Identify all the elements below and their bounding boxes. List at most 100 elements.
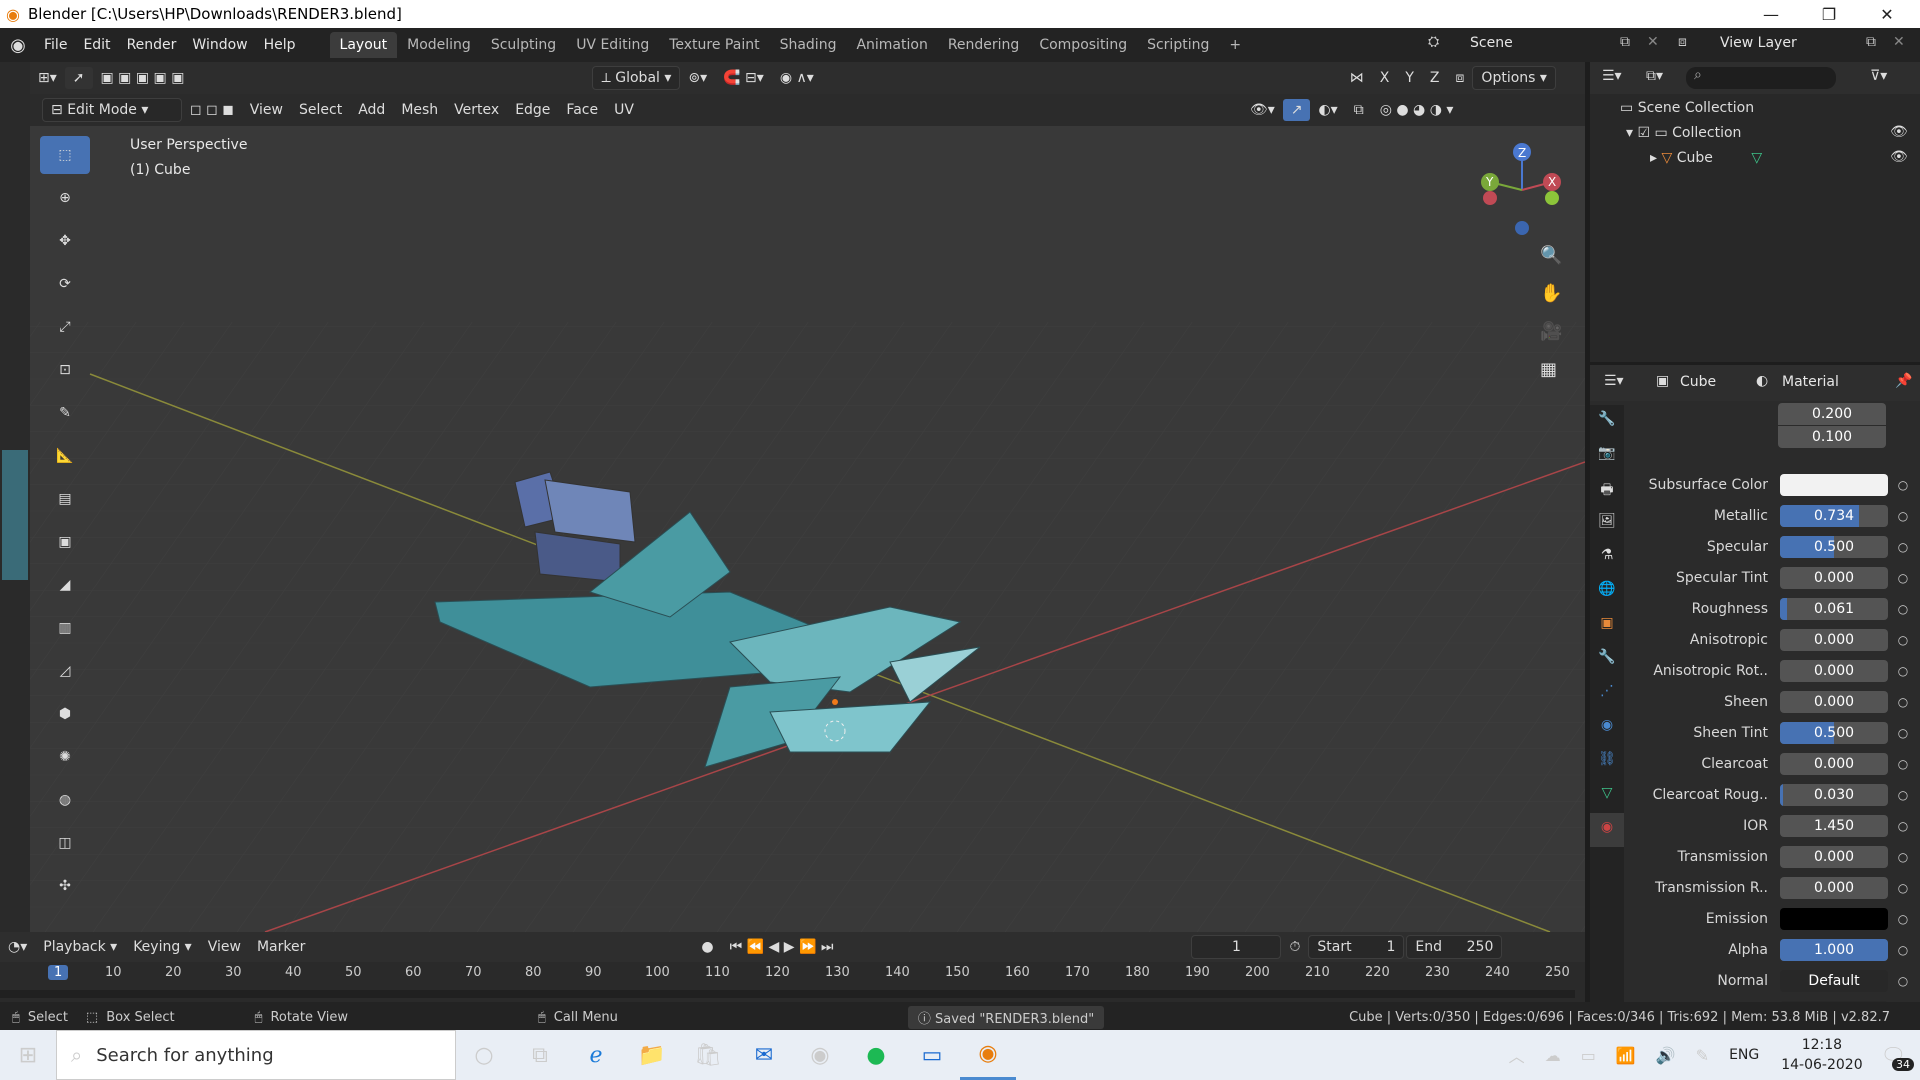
transform-orientation-dropdown[interactable]: ⟂ Global ▾ [592,66,681,90]
editor-type-icon[interactable]: ◔▾ [0,936,35,958]
tab-scripting[interactable]: Scripting [1137,32,1219,58]
menu-window[interactable]: Window [184,37,255,53]
property-value-field[interactable]: 0.061 [1780,598,1888,620]
wifi-icon[interactable]: 📶 [1616,1046,1636,1065]
property-value-field[interactable]: 0.000 [1780,629,1888,651]
options-dropdown[interactable]: Options ▾ [1472,66,1556,90]
menu-face[interactable]: Face [558,99,606,121]
gizmo-toggle-icon[interactable]: ↗ [1282,99,1311,121]
bevel-tool-icon[interactable]: ◢ [40,566,90,604]
property-value-field[interactable]: 0.000 [1780,660,1888,682]
outliner-collection[interactable]: ▾ ☑ ▭ Collection [1626,125,1741,141]
spin-tool-icon[interactable]: ✺ [40,738,90,776]
menu-keying[interactable]: Keying ▾ [125,936,200,958]
cube-visibility-icon[interactable]: 👁 [1890,149,1908,165]
mirror-axis-x[interactable]: X [1372,67,1398,89]
ortho-grid-icon[interactable]: ▦ [1540,359,1574,397]
menu-render[interactable]: Render [119,37,185,53]
object-tab-icon[interactable]: ▣ [1590,609,1624,643]
link-socket-icon[interactable]: ○ [1894,912,1912,926]
link-socket-icon[interactable]: ○ [1894,726,1912,740]
pivot-point-icon[interactable]: ⊚▾ [680,67,715,89]
subsurface-radius-z[interactable]: 0.100 [1778,426,1886,448]
volume-icon[interactable]: 🔊 [1656,1046,1676,1065]
chrome-icon[interactable]: ◉ [792,1030,848,1080]
link-socket-icon[interactable]: ○ [1894,695,1912,709]
timeline-scrollbar[interactable] [0,990,1575,998]
minimize-button[interactable]: — [1742,0,1800,28]
timeline-ruler[interactable]: 1 10 20 30 40 50 60 70 80 90 100 110 120 130 140 150 160… [0,962,1585,986]
inset-tool-icon[interactable]: ▣ [40,523,90,561]
scene-icon[interactable]: ⛭ [1428,34,1439,50]
camera-view-icon[interactable]: 🎥 [1540,321,1574,359]
link-socket-icon[interactable]: ○ [1894,850,1912,864]
link-socket-icon[interactable]: ○ [1894,478,1912,492]
mail-icon[interactable]: ✉ [736,1030,792,1080]
outliner-search-input[interactable]: ⌕ [1686,67,1836,89]
property-value-field[interactable]: 0.000 [1780,567,1888,589]
link-socket-icon[interactable]: ○ [1894,540,1912,554]
select-mode-icons[interactable]: ▣ ▣ ▣ ▣ ▣ [93,67,193,89]
tool-settings-tab[interactable] [2,450,28,580]
new-view-layer-icon[interactable]: ⧉ [1866,34,1876,50]
notifications-icon[interactable]: 🗨 34 [1881,1043,1914,1071]
knife-tool-icon[interactable]: ◿ [40,652,90,690]
link-socket-icon[interactable]: ○ [1894,943,1912,957]
collection-visibility-icon[interactable]: 👁 [1890,124,1908,140]
current-frame-marker[interactable]: 1 [48,965,69,980]
link-socket-icon[interactable]: ○ [1894,788,1912,802]
annotate-tool-icon[interactable]: ✎ [40,394,90,432]
delete-scene-icon[interactable]: ✕ [1647,34,1659,50]
move-tool-icon[interactable]: ✥ [40,222,90,260]
menu-help[interactable]: Help [256,37,304,53]
maximize-button[interactable]: ❐ [1800,0,1858,28]
display-mode-icon[interactable]: ⧉▾ [1646,68,1663,84]
topology-mirror-icon[interactable]: ⧈ [1448,67,1473,89]
start-button[interactable]: ⊞ [0,1030,56,1080]
outliner-cube[interactable]: ▸ ▽ Cube ▽ [1650,150,1762,166]
editor-type-icon[interactable]: ☰▾ [1602,68,1622,84]
whiteboard-icon[interactable]: ▭ [904,1030,960,1080]
battery-icon[interactable]: ▭ [1581,1046,1596,1065]
menu-file[interactable]: File [36,37,75,53]
tab-sculpting[interactable]: Sculpting [481,32,566,58]
poly-build-tool-icon[interactable]: ⬢ [40,695,90,733]
blender-taskbar-icon[interactable]: ◉ [960,1030,1016,1080]
menu-uv[interactable]: UV [606,99,642,121]
task-view-icon[interactable]: ⧉ [512,1030,568,1080]
overlays-icon[interactable]: ◐▾ [1310,99,1345,121]
world-tab-icon[interactable]: 🌐 [1590,575,1624,609]
menu-playback[interactable]: Playback ▾ [35,936,125,958]
tool-tab-icon[interactable]: 🔧 [1590,405,1624,439]
current-frame-field[interactable]: 1 [1191,935,1282,959]
edge-icon[interactable]: ℯ [568,1030,624,1080]
language-indicator[interactable]: ENG [1729,1047,1759,1063]
pin-icon[interactable]: 📌 [1895,373,1912,389]
physics-tab-icon[interactable]: ◉ [1590,711,1624,745]
start-frame-field[interactable]: Start 1 [1308,935,1405,959]
subsurface-radius-y[interactable]: 0.200 [1778,403,1886,425]
property-value-field[interactable]: 0.500 [1780,536,1888,558]
proportional-editing-icon[interactable]: ◉ ∧▾ [772,67,822,89]
pan-hand-icon[interactable]: ✋ [1540,283,1574,321]
tab-modeling[interactable]: Modeling [397,32,481,58]
link-socket-icon[interactable]: ○ [1894,819,1912,833]
measure-tool-icon[interactable]: 📐 [40,437,90,475]
blender-menu-icon[interactable]: ◉ [0,35,36,56]
menu-view[interactable]: View [242,99,291,121]
link-socket-icon[interactable]: ○ [1894,757,1912,771]
constraints-tab-icon[interactable]: ⛓ [1590,745,1624,779]
scene-name[interactable]: Scene [1470,35,1513,51]
particles-tab-icon[interactable]: ⋰ [1590,677,1624,711]
tab-texture-paint[interactable]: Texture Paint [659,32,769,58]
visibility-icon[interactable]: 👁▾ [1242,99,1283,121]
onedrive-icon[interactable]: ☁ [1545,1046,1561,1065]
property-value-field[interactable]: 0.000 [1780,877,1888,899]
tab-uv-editing[interactable]: UV Editing [566,32,659,58]
filter-icon[interactable]: ⊽▾ [1870,68,1887,84]
property-value-field[interactable]: 0.500 [1780,722,1888,744]
view-layer-tab-icon[interactable]: 🖼 [1590,507,1624,541]
pen-icon[interactable]: ✎ [1696,1046,1709,1065]
tab-compositing[interactable]: Compositing [1029,32,1137,58]
tab-layout[interactable]: Layout [329,32,398,58]
